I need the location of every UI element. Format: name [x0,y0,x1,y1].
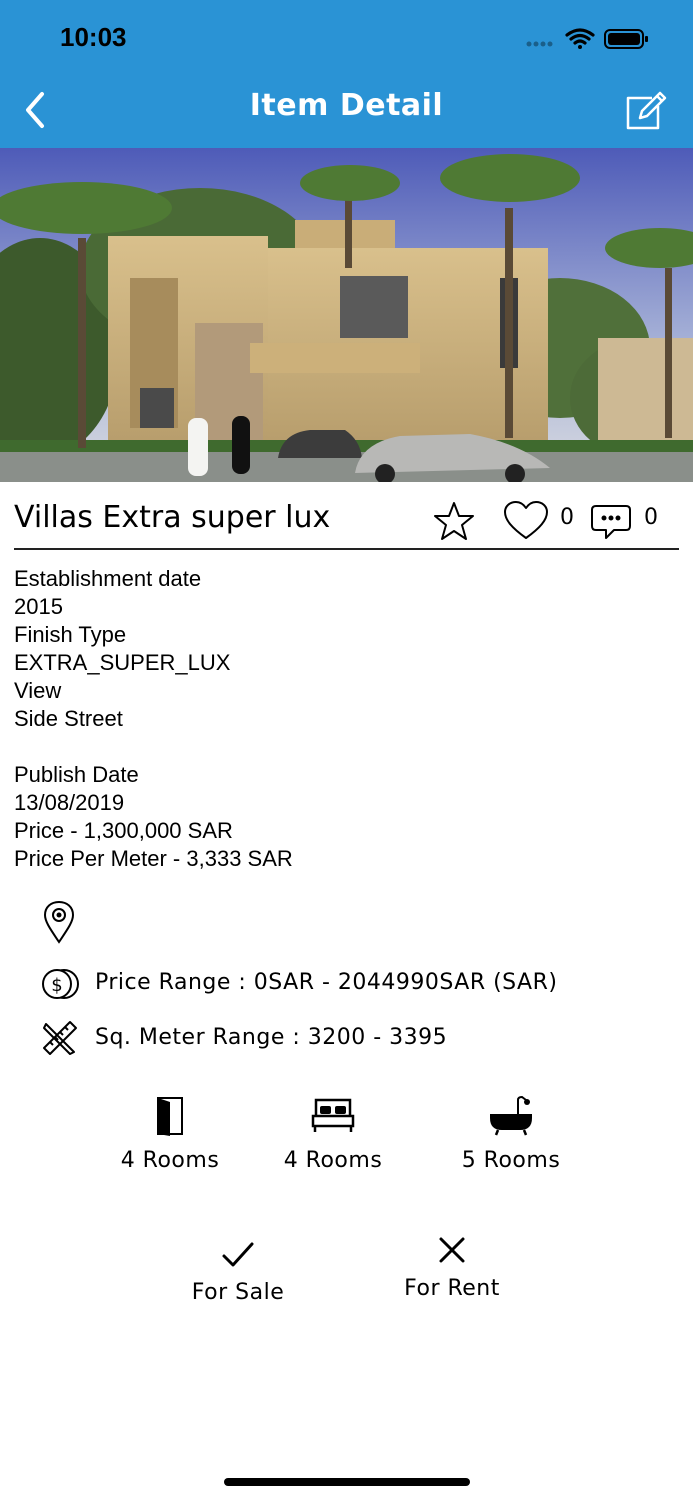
view-label: View [14,678,62,703]
like-button[interactable] [502,500,550,542]
details-block: Establishment date 2015 Finish Type EXTR… [14,565,293,873]
page-title: Item Detail [249,88,444,123]
for-rent-label: For Rent [404,1276,500,1301]
cross-icon [439,1237,465,1263]
ruler-pencil-icon [43,1021,77,1055]
star-icon [434,502,474,540]
comment-button[interactable] [590,502,632,542]
bedrooms-item: 4 Rooms [263,1094,403,1173]
sqm-range-text: Sq. Meter Range : 3200 - 3395 [95,1025,448,1050]
status-icons [526,28,648,49]
establishment-label: Establishment date [14,566,202,591]
publish-label: Publish Date [14,762,139,787]
view-value: Side Street [14,706,123,731]
comment-icon [591,505,631,539]
bathrooms-label: 5 Rooms [461,1148,561,1173]
battery-icon [604,29,648,49]
comment-count: 0 [644,505,658,530]
bed-icon [311,1098,355,1132]
bathtub-icon [490,1095,532,1136]
title-divider [14,548,679,550]
for-rent-flag: For Rent [382,1232,522,1301]
for-sale-label: For Sale [191,1280,285,1305]
price-range-text: Price Range : 0SAR - 2044990SAR (SAR) [95,970,558,995]
edit-icon [626,91,667,130]
edit-button[interactable] [624,88,668,132]
money-icon: $ [42,969,79,999]
bathrooms-item: 5 Rooms [441,1094,581,1173]
finish-value: EXTRA_SUPER_LUX [14,650,231,675]
wifi-icon [565,28,595,49]
price-text: Price - 1,300,000 SAR [14,818,233,843]
home-indicator[interactable] [224,1478,470,1486]
bedrooms-label: 4 Rooms [283,1148,383,1173]
favorite-button[interactable] [432,500,476,542]
item-title: Villas Extra super lux [14,500,331,535]
signal-icon [526,41,553,47]
publish-value: 13/08/2019 [14,790,125,815]
status-time: 10:03 [60,22,127,52]
finish-label: Finish Type [14,622,127,647]
villa-photo [0,148,693,482]
establishment-value: 2015 [14,594,63,619]
svg-text:$: $ [51,975,62,996]
check-icon [222,1242,254,1267]
for-sale-flag: For Sale [168,1236,308,1305]
rooms-label: 4 Rooms [120,1148,220,1173]
door-icon [157,1097,183,1136]
heart-icon [504,501,548,539]
like-count: 0 [560,505,574,530]
rooms-item: 4 Rooms [100,1094,240,1173]
app-header: 10:03 Item Detail [0,0,693,148]
price-per-meter-text: Price Per Meter - 3,333 SAR [14,846,293,871]
location-pin-icon[interactable] [42,900,76,944]
